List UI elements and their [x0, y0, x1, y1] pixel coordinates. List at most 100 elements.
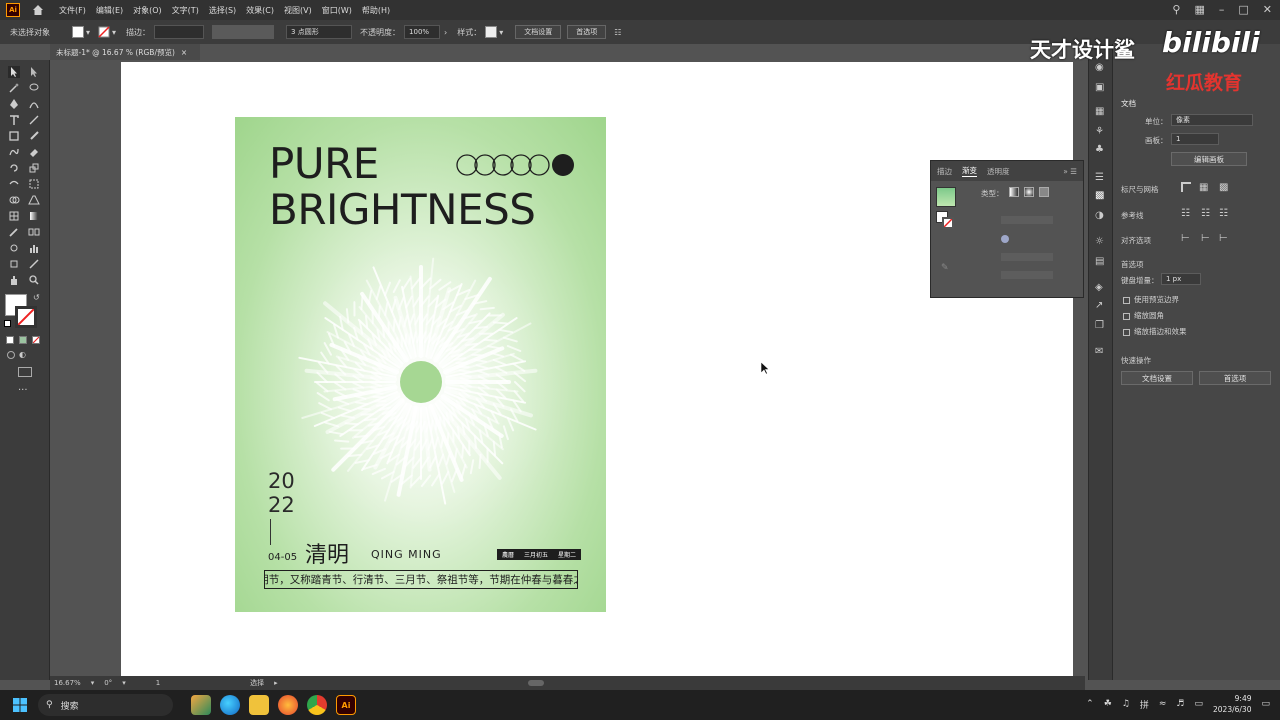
column-graph-icon[interactable] [28, 242, 40, 254]
zoom-tool-icon[interactable] [28, 274, 40, 286]
unit-select[interactable]: 像素 [1171, 114, 1253, 126]
rotation-value[interactable]: 0° [104, 679, 112, 687]
pen-tool-icon[interactable] [8, 98, 20, 110]
guides-lock-icon[interactable]: ☷ [1201, 208, 1210, 219]
checkbox-icon[interactable] [1123, 312, 1130, 320]
gradient-mode-icon[interactable] [19, 336, 27, 344]
gradient-stroke-swatch[interactable] [942, 217, 954, 229]
horizontal-scrollbar[interactable] [527, 680, 544, 686]
paintbrush-icon[interactable] [28, 130, 40, 142]
quick-doc-setup-button[interactable]: 文档设置 [1121, 371, 1193, 385]
wifi-icon[interactable]: ≈ [1159, 699, 1167, 709]
tab-stroke[interactable]: 描边 [937, 166, 952, 177]
chevron-down-icon[interactable]: ▾ [91, 679, 95, 687]
scale-tool-icon[interactable] [28, 162, 40, 174]
edit-artboard-button[interactable]: 编辑画板 [1171, 152, 1247, 166]
quick-preferences-button[interactable]: 首选项 [1199, 371, 1271, 385]
comments-icon[interactable]: ✉ [1095, 346, 1103, 357]
close-tab-icon[interactable]: × [181, 48, 187, 57]
checkbox-icon[interactable] [1123, 296, 1130, 304]
tab-transparency[interactable]: 透明度 [987, 166, 1010, 177]
checkbox-scale-strokes[interactable]: 缩放描边和效果 [1123, 326, 1187, 337]
eyedropper-icon[interactable] [8, 226, 20, 238]
variable-width-profile[interactable] [212, 25, 275, 39]
rotate-tool-icon[interactable] [8, 162, 20, 174]
chevron-right-icon[interactable]: ▸ [274, 679, 278, 687]
windows-start-icon[interactable] [13, 698, 27, 712]
lasso-icon[interactable] [28, 82, 40, 94]
gradient-preview-swatch[interactable] [936, 187, 956, 207]
align-pixel-icon[interactable]: ⊢ [1181, 233, 1190, 244]
minimize-icon[interactable]: – [1219, 3, 1225, 16]
menu-edit[interactable]: 编辑(E) [96, 5, 123, 16]
free-transform-icon[interactable] [28, 178, 40, 190]
taskbar-search[interactable]: ⚲ 搜索 [38, 694, 173, 716]
stroke-none-icon[interactable] [98, 26, 110, 38]
symbols-icon[interactable]: ♣ [1095, 144, 1104, 155]
draw-mode-icon[interactable]: ◐ [19, 350, 26, 359]
type-tool-icon[interactable] [8, 114, 20, 126]
more-tools-icon[interactable]: ··· [18, 385, 28, 396]
default-colors-icon[interactable] [4, 320, 11, 327]
zoom-level[interactable]: 16.67% [54, 679, 81, 687]
graphic-styles-icon[interactable]: ▤ [1095, 256, 1104, 267]
maximize-icon[interactable]: □ [1238, 3, 1248, 16]
file-explorer-icon[interactable] [249, 695, 269, 715]
export-icon[interactable]: ↗ [1095, 300, 1103, 311]
microphone-icon[interactable]: ♫ [1122, 699, 1130, 709]
panel-menu-icon[interactable]: » ☰ [1063, 167, 1077, 176]
screen-mode-icon[interactable] [18, 367, 32, 377]
freeform-gradient-icon[interactable] [1039, 187, 1049, 197]
line-tool-icon[interactable] [28, 114, 40, 126]
ruler-icon[interactable] [1181, 182, 1191, 192]
gradient-stop-dot[interactable] [1001, 235, 1009, 243]
selection-tool-icon[interactable] [8, 66, 20, 78]
artboard-select[interactable]: 1 [1171, 133, 1219, 145]
search-icon[interactable]: ⚲ [1172, 3, 1180, 16]
chevron-down-icon[interactable]: ▾ [112, 28, 116, 37]
checkbox-preview-bounds[interactable]: 使用预览边界 [1123, 294, 1179, 305]
checkbox-icon[interactable] [1123, 328, 1130, 336]
stroke-weight-input[interactable] [154, 25, 205, 39]
chevron-down-icon[interactable]: ▾ [86, 28, 90, 37]
brushes-icon[interactable]: ⚘ [1095, 126, 1104, 137]
curvature-tool-icon[interactable] [28, 98, 40, 110]
tab-gradient[interactable]: 渐变 [962, 165, 977, 177]
menu-window[interactable]: 窗口(W) [322, 5, 352, 16]
arrange-docs-icon[interactable]: ☷ [614, 28, 621, 37]
layers-icon[interactable]: ◈ [1095, 282, 1103, 293]
close-icon[interactable]: ✕ [1263, 3, 1272, 16]
swap-colors-icon[interactable]: ↺ [33, 293, 40, 302]
style-swatch[interactable] [485, 26, 498, 38]
direct-selection-tool-icon[interactable] [28, 66, 40, 78]
menu-select[interactable]: 选择(S) [209, 5, 236, 16]
appearance-icon[interactable]: ☼ [1095, 236, 1104, 247]
symbol-sprayer-icon[interactable] [8, 242, 20, 254]
gradient-tool-icon[interactable] [28, 210, 40, 222]
stroke-panel-icon[interactable]: ☰ [1095, 172, 1104, 183]
align-key-icon[interactable]: ⊢ [1219, 233, 1228, 244]
menu-object[interactable]: 对象(O) [133, 5, 162, 16]
none-mode-icon[interactable] [32, 336, 40, 344]
transparency-grid-icon[interactable]: ▩ [1219, 182, 1228, 193]
chevron-up-icon[interactable]: ⌃ [1086, 699, 1094, 709]
mesh-tool-icon[interactable] [8, 210, 20, 222]
opacity-input[interactable]: 100% [404, 25, 441, 39]
shape-builder-icon[interactable] [8, 194, 20, 206]
perspective-grid-icon[interactable] [28, 194, 40, 206]
menu-file[interactable]: 文件(F) [59, 5, 86, 16]
gradient-panel-icon[interactable]: ▩ [1095, 190, 1104, 201]
keyboard-increment-input[interactable]: 1 px [1161, 273, 1201, 285]
fill-swatch[interactable] [72, 26, 84, 38]
slice-tool-icon[interactable] [28, 258, 40, 270]
artboard-tool-icon[interactable] [8, 258, 20, 270]
hand-tool-icon[interactable] [8, 274, 20, 286]
eyedropper-icon[interactable]: ✎ [941, 263, 949, 273]
chevron-down-icon[interactable]: ▾ [499, 28, 503, 37]
menu-type[interactable]: 文字(T) [172, 5, 199, 16]
menu-view[interactable]: 视图(V) [284, 5, 312, 16]
chevron-down-icon[interactable]: ▾ [122, 679, 126, 687]
menu-help[interactable]: 帮助(H) [362, 5, 390, 16]
home-icon[interactable] [32, 4, 44, 16]
checkbox-scale-corners[interactable]: 缩放圆角 [1123, 310, 1164, 321]
